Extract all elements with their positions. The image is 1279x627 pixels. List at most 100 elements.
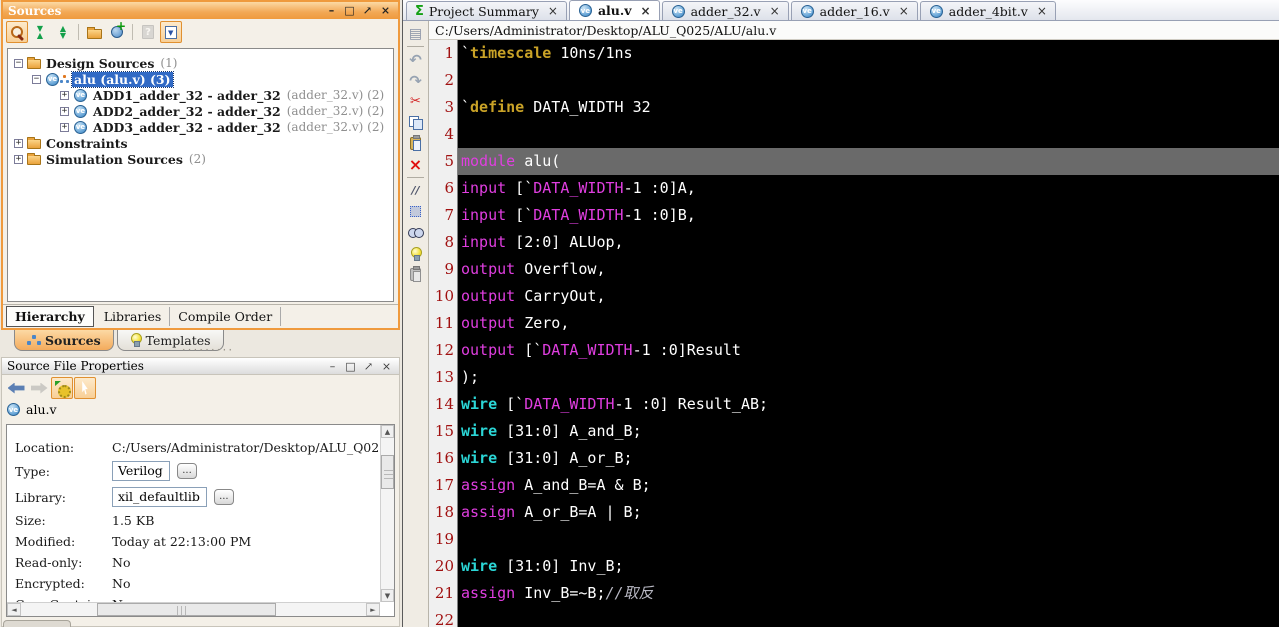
code-segment: wire: [461, 557, 498, 575]
tree-item[interactable]: − Design Sources (1): [8, 55, 393, 71]
close-button[interactable]: ×: [378, 3, 393, 18]
more-button[interactable]: ...: [177, 463, 197, 479]
scroll-down-button[interactable]: ▼: [381, 589, 394, 602]
dock-button[interactable]: [160, 21, 182, 43]
horizontal-scrollbar[interactable]: ◄ ►: [7, 602, 380, 616]
tree-item-label[interactable]: ADD1_adder_32 - adder_32: [91, 88, 283, 103]
tree-expander[interactable]: +: [60, 90, 69, 100]
more-button[interactable]: ...: [213, 489, 234, 505]
subtab-compile-order[interactable]: Compile Order: [170, 307, 282, 326]
save-button[interactable]: ▤: [405, 23, 426, 44]
editor-tab-alu-v[interactable]: ve alu.v ×: [568, 0, 660, 20]
doc-tab-sources[interactable]: Sources: [14, 330, 114, 351]
help-icon: ?: [142, 25, 154, 39]
comment-icon: //: [411, 184, 420, 197]
editor-tab-adder-4bit-v[interactable]: ve adder_4bit.v ×: [919, 1, 1056, 20]
comment-button[interactable]: //: [405, 180, 426, 201]
property-value: No: [112, 555, 131, 570]
bottom-tab-stub[interactable]: [3, 620, 71, 627]
line-number: 14: [434, 395, 454, 413]
tree-item[interactable]: + Constraints: [8, 135, 393, 151]
tree-item[interactable]: + ve ADD1_adder_32 - adder_32 (adder_32.v) …: [8, 87, 393, 103]
back-button[interactable]: [5, 377, 27, 399]
tree-item-label[interactable]: alu (alu.v) (3): [71, 70, 174, 88]
search-button[interactable]: [6, 21, 28, 43]
paste-button[interactable]: [405, 133, 426, 154]
subtab-libraries[interactable]: Libraries: [96, 307, 171, 326]
tree-expander[interactable]: +: [60, 106, 69, 116]
delete-button[interactable]: ×: [405, 154, 426, 175]
add-source-button[interactable]: [106, 19, 128, 43]
vertical-scrollbar[interactable]: ▲ ▼: [380, 425, 394, 602]
code-editor[interactable]: 1 2 3 4 5 6 7 8 9 10 11 12 13 14 15 16 17 18 19 20 21 22 `tim…: [429, 40, 1279, 627]
maximize-button[interactable]: □: [342, 3, 357, 18]
tree-item-label[interactable]: ADD2_adder_32 - adder_32: [91, 104, 283, 119]
code-segment: Inv_B=~B;: [515, 584, 606, 602]
code-line: assign Inv_B=~B;//取反: [458, 580, 1279, 607]
line-number: 7: [444, 206, 454, 224]
collapse-all-button[interactable]: [29, 21, 51, 43]
select-arrow-button[interactable]: [74, 377, 96, 399]
tree-expander[interactable]: +: [14, 138, 23, 148]
editor-tab-project-summary[interactable]: Σ Project Summary ×: [406, 1, 567, 20]
tree-expander[interactable]: +: [60, 122, 69, 132]
line-number: 2: [444, 71, 454, 89]
auto-update-button[interactable]: [51, 377, 73, 399]
tree-item-label[interactable]: Simulation Sources: [44, 152, 185, 167]
editor-tab-adder-32-v[interactable]: ve adder_32.v ×: [661, 1, 789, 20]
vertical-scroll-thumb[interactable]: [381, 455, 394, 489]
code-segment: -1 :0] Result_AB;: [614, 395, 769, 413]
minimize-button[interactable]: –: [324, 3, 339, 18]
tree-item[interactable]: − ve alu (alu.v) (3): [8, 70, 393, 88]
tree-item[interactable]: + ve ADD2_adder_32 - adder_32 (adder_32.v) …: [8, 103, 393, 119]
expand-all-button[interactable]: [52, 21, 74, 43]
properties-title-bar[interactable]: Source File Properties – □ ↗ ×: [2, 358, 399, 375]
sources-title-bar[interactable]: Sources – □ ↗ ×: [3, 2, 398, 19]
tree-item[interactable]: + Simulation Sources (2): [8, 151, 393, 167]
tree-expander[interactable]: +: [14, 154, 23, 164]
scroll-left-button[interactable]: ◄: [7, 603, 21, 616]
open-file-button[interactable]: [83, 21, 105, 43]
code-segment: A_or_B=A | B;: [515, 503, 642, 521]
close-icon[interactable]: ×: [770, 4, 780, 18]
splitter-handle[interactable]: ·········: [168, 344, 248, 356]
code-segment: timescale: [470, 44, 552, 62]
scroll-right-button[interactable]: ►: [366, 603, 380, 616]
copy-button[interactable]: [405, 112, 426, 133]
close-icon[interactable]: ×: [899, 4, 909, 18]
verilog-icon: ve: [74, 88, 87, 102]
paste-special-button[interactable]: [405, 264, 426, 285]
close-icon[interactable]: ×: [641, 4, 651, 18]
subtab-hierarchy[interactable]: Hierarchy: [6, 306, 94, 327]
horizontal-scroll-thumb[interactable]: [96, 603, 277, 616]
tree-item-label[interactable]: ADD3_adder_32 - adder_32: [91, 120, 283, 135]
code-line: wire [`DATA_WIDTH-1 :0] Result_AB;: [458, 391, 1279, 418]
tree-item[interactable]: + ve ADD3_adder_32 - adder_32 (adder_32.v) …: [8, 119, 393, 135]
undo-icon: ↶: [409, 50, 422, 69]
tree-expander[interactable]: −: [32, 74, 41, 84]
find-button[interactable]: [405, 222, 426, 243]
lightbulb-button[interactable]: [405, 243, 426, 264]
block-select-button[interactable]: [405, 201, 426, 222]
tree-item-label[interactable]: Constraints: [44, 136, 130, 151]
tree-item-label[interactable]: Design Sources: [44, 56, 156, 71]
editor-tab-adder-16-v[interactable]: ve adder_16.v ×: [790, 1, 918, 20]
close-icon[interactable]: ×: [548, 4, 558, 18]
forward-button[interactable]: [28, 377, 50, 399]
undo-button[interactable]: ↶: [405, 49, 426, 70]
cut-button[interactable]: ✂: [405, 91, 426, 112]
close-icon[interactable]: ×: [1037, 4, 1047, 18]
minimize-button[interactable]: –: [325, 359, 340, 374]
maximize-button[interactable]: □: [343, 359, 358, 374]
scroll-up-button[interactable]: ▲: [381, 425, 394, 438]
tree-expander[interactable]: −: [14, 58, 23, 68]
horizontal-scroll-track[interactable]: [21, 603, 366, 616]
toolbar-separator: [78, 24, 79, 40]
close-button[interactable]: ×: [379, 359, 394, 374]
float-button[interactable]: ↗: [360, 3, 375, 18]
property-combo[interactable]: Verilog: [112, 461, 170, 481]
redo-button[interactable]: ↷: [405, 70, 426, 91]
help-button[interactable]: ?: [137, 21, 159, 43]
float-button[interactable]: ↗: [361, 359, 376, 374]
property-combo[interactable]: xil_defaultlib: [112, 487, 207, 507]
